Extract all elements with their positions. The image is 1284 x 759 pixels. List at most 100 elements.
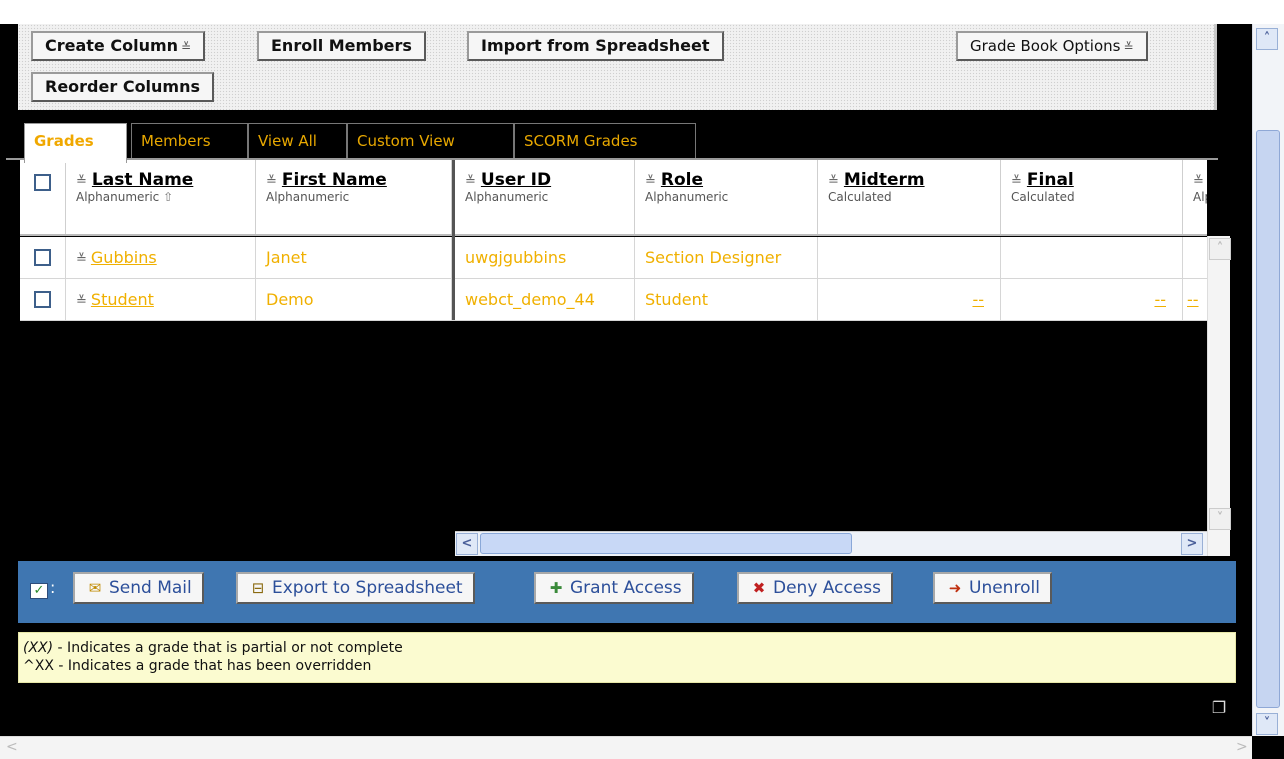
sort-menu-icon[interactable]: ≚ bbox=[828, 174, 839, 189]
send-mail-button[interactable]: ✉ Send Mail bbox=[73, 572, 204, 604]
scroll-up-icon[interactable]: ˄ bbox=[1209, 238, 1231, 260]
midterm-cell bbox=[818, 237, 1001, 278]
deny-access-button[interactable]: ✖ Deny Access bbox=[737, 572, 893, 604]
tab-grades[interactable]: Grades bbox=[24, 123, 127, 163]
column-title[interactable]: Final bbox=[1027, 170, 1074, 190]
grid-header: ≚ Last Name Alphanumeric ⇧ ≚ First Name Al… bbox=[20, 160, 1207, 236]
column-header-midterm: ≚ Midterm Calculated bbox=[818, 160, 1001, 234]
scroll-up-icon[interactable]: ˄ bbox=[1256, 28, 1278, 50]
last-name-link[interactable]: Gubbins bbox=[91, 248, 157, 267]
deny-access-icon: ✖ bbox=[752, 579, 766, 597]
final-grade-link[interactable]: -- bbox=[1154, 290, 1166, 309]
export-spreadsheet-label: Export to Spreadsheet bbox=[272, 578, 463, 598]
tab-label: Custom View bbox=[357, 132, 455, 150]
column-title[interactable]: Role bbox=[661, 170, 703, 190]
first-name-cell: Janet bbox=[256, 237, 452, 278]
sort-menu-icon[interactable]: ≚ bbox=[76, 252, 87, 267]
enroll-members-label: Enroll Members bbox=[271, 36, 412, 55]
grant-access-button[interactable]: ✚ Grant Access bbox=[534, 572, 694, 604]
tab-label: Members bbox=[141, 132, 211, 150]
grade-book-options-label: Grade Book Options bbox=[970, 37, 1121, 55]
tab-custom-view[interactable]: Custom View bbox=[347, 123, 514, 158]
table-row: ≚ Student Demo webct_demo_44 Student -- -… bbox=[20, 279, 1207, 321]
chevron-down-icon: ≚ bbox=[181, 40, 192, 54]
last-name-link[interactable]: Student bbox=[91, 290, 154, 309]
sort-menu-icon[interactable]: ≚ bbox=[1193, 174, 1204, 189]
tab-label: Grades bbox=[34, 132, 94, 150]
scroll-right-icon[interactable]: > bbox=[1236, 739, 1248, 755]
frozen-column-divider bbox=[452, 160, 455, 320]
scroll-down-icon[interactable]: ˅ bbox=[1209, 508, 1231, 530]
column-type: Alpha bbox=[1193, 190, 1207, 204]
unenroll-button[interactable]: ➜ Unenroll bbox=[933, 572, 1052, 604]
reorder-columns-label: Reorder Columns bbox=[45, 77, 201, 96]
column-type: Calculated bbox=[828, 190, 892, 204]
column-header-last-name: ≚ Last Name Alphanumeric ⇧ bbox=[66, 160, 256, 234]
column-title[interactable]: Midterm bbox=[844, 170, 925, 190]
select-all-rows-icon[interactable]: ✓ bbox=[30, 583, 48, 599]
chevron-down-icon: ≚ bbox=[1123, 40, 1134, 54]
tab-view-all[interactable]: View All bbox=[248, 123, 347, 158]
sort-menu-icon[interactable]: ≚ bbox=[1011, 174, 1022, 189]
extra-grade-link[interactable]: -- bbox=[1187, 290, 1199, 309]
row-checkbox[interactable] bbox=[34, 291, 51, 308]
role-cell: Section Designer bbox=[635, 237, 818, 278]
import-spreadsheet-button[interactable]: Import from Spreadsheet bbox=[467, 31, 724, 61]
sort-menu-icon[interactable]: ≚ bbox=[76, 294, 87, 309]
scroll-down-icon[interactable]: ˅ bbox=[1256, 713, 1278, 735]
select-colon: : bbox=[50, 578, 56, 597]
table-row: ≚ Gubbins Janet uwgjgubbins Section Desig… bbox=[20, 237, 1207, 279]
row-select-cell bbox=[20, 279, 66, 320]
reorder-columns-button[interactable]: Reorder Columns bbox=[31, 72, 215, 102]
deny-access-label: Deny Access bbox=[773, 578, 881, 598]
grant-access-icon: ✚ bbox=[549, 579, 563, 597]
horizontal-scroll-thumb[interactable] bbox=[480, 533, 852, 554]
last-name-cell: ≚ Student bbox=[66, 279, 256, 320]
column-title[interactable]: First Name bbox=[282, 170, 387, 190]
tab-label: SCORM Grades bbox=[524, 132, 638, 150]
legend-line-partial: (XX) - Indicates a grade that is partial… bbox=[23, 640, 403, 656]
select-all-cell bbox=[20, 160, 66, 234]
column-title[interactable]: Last Name bbox=[92, 170, 193, 190]
unenroll-icon: ➜ bbox=[948, 579, 962, 597]
final-cell bbox=[1001, 237, 1183, 278]
window-horizontal-scrollbar[interactable] bbox=[0, 736, 1252, 759]
column-type: Alphanumeric bbox=[465, 190, 549, 204]
column-header-role: ≚ Role Alphanumeric bbox=[635, 160, 818, 234]
sort-menu-icon[interactable]: ≚ bbox=[645, 174, 656, 189]
tab-scorm-grades[interactable]: SCORM Grades bbox=[514, 123, 696, 158]
user-id-cell: webct_demo_44 bbox=[455, 279, 635, 320]
send-mail-label: Send Mail bbox=[109, 578, 192, 598]
scroll-right-icon[interactable]: > bbox=[1181, 533, 1203, 555]
column-type: Alphanumeric ⇧ bbox=[76, 190, 174, 204]
grant-access-label: Grant Access bbox=[570, 578, 682, 598]
midterm-grade-link[interactable]: -- bbox=[972, 290, 984, 309]
extra-cell: -- bbox=[1183, 279, 1207, 320]
sort-menu-icon[interactable]: ≚ bbox=[266, 174, 277, 189]
create-column-label: Create Column bbox=[45, 36, 179, 55]
import-spreadsheet-label: Import from Spreadsheet bbox=[481, 36, 710, 55]
page-icon[interactable]: ❐ bbox=[1210, 698, 1228, 718]
export-icon: ⊟ bbox=[251, 579, 265, 597]
scroll-left-icon[interactable]: < bbox=[6, 739, 18, 755]
sort-ascending-icon: ⇧ bbox=[163, 190, 174, 204]
last-name-cell: ≚ Gubbins bbox=[66, 237, 256, 278]
enroll-members-button[interactable]: Enroll Members bbox=[257, 31, 426, 61]
column-header-extra: ≚F Alpha bbox=[1183, 160, 1207, 234]
sort-menu-icon[interactable]: ≚ bbox=[76, 174, 87, 189]
select-all-checkbox[interactable] bbox=[34, 174, 51, 191]
sort-menu-icon[interactable]: ≚ bbox=[465, 174, 476, 189]
vertical-scroll-thumb[interactable] bbox=[1256, 130, 1280, 708]
column-type: Calculated bbox=[1011, 190, 1075, 204]
column-title[interactable]: User ID bbox=[481, 170, 551, 190]
scroll-left-icon[interactable]: < bbox=[456, 533, 478, 555]
user-id-cell: uwgjgubbins bbox=[455, 237, 635, 278]
grade-book-options-button[interactable]: Grade Book Options ≚ bbox=[956, 31, 1148, 61]
column-header-final: ≚ Final Calculated bbox=[1001, 160, 1183, 234]
first-name-cell: Demo bbox=[256, 279, 452, 320]
tab-members[interactable]: Members bbox=[131, 123, 248, 158]
create-column-button[interactable]: Create Column ≚ bbox=[31, 31, 206, 61]
export-spreadsheet-button[interactable]: ⊟ Export to Spreadsheet bbox=[236, 572, 475, 604]
column-type: Alphanumeric bbox=[645, 190, 729, 204]
row-checkbox[interactable] bbox=[34, 249, 51, 266]
